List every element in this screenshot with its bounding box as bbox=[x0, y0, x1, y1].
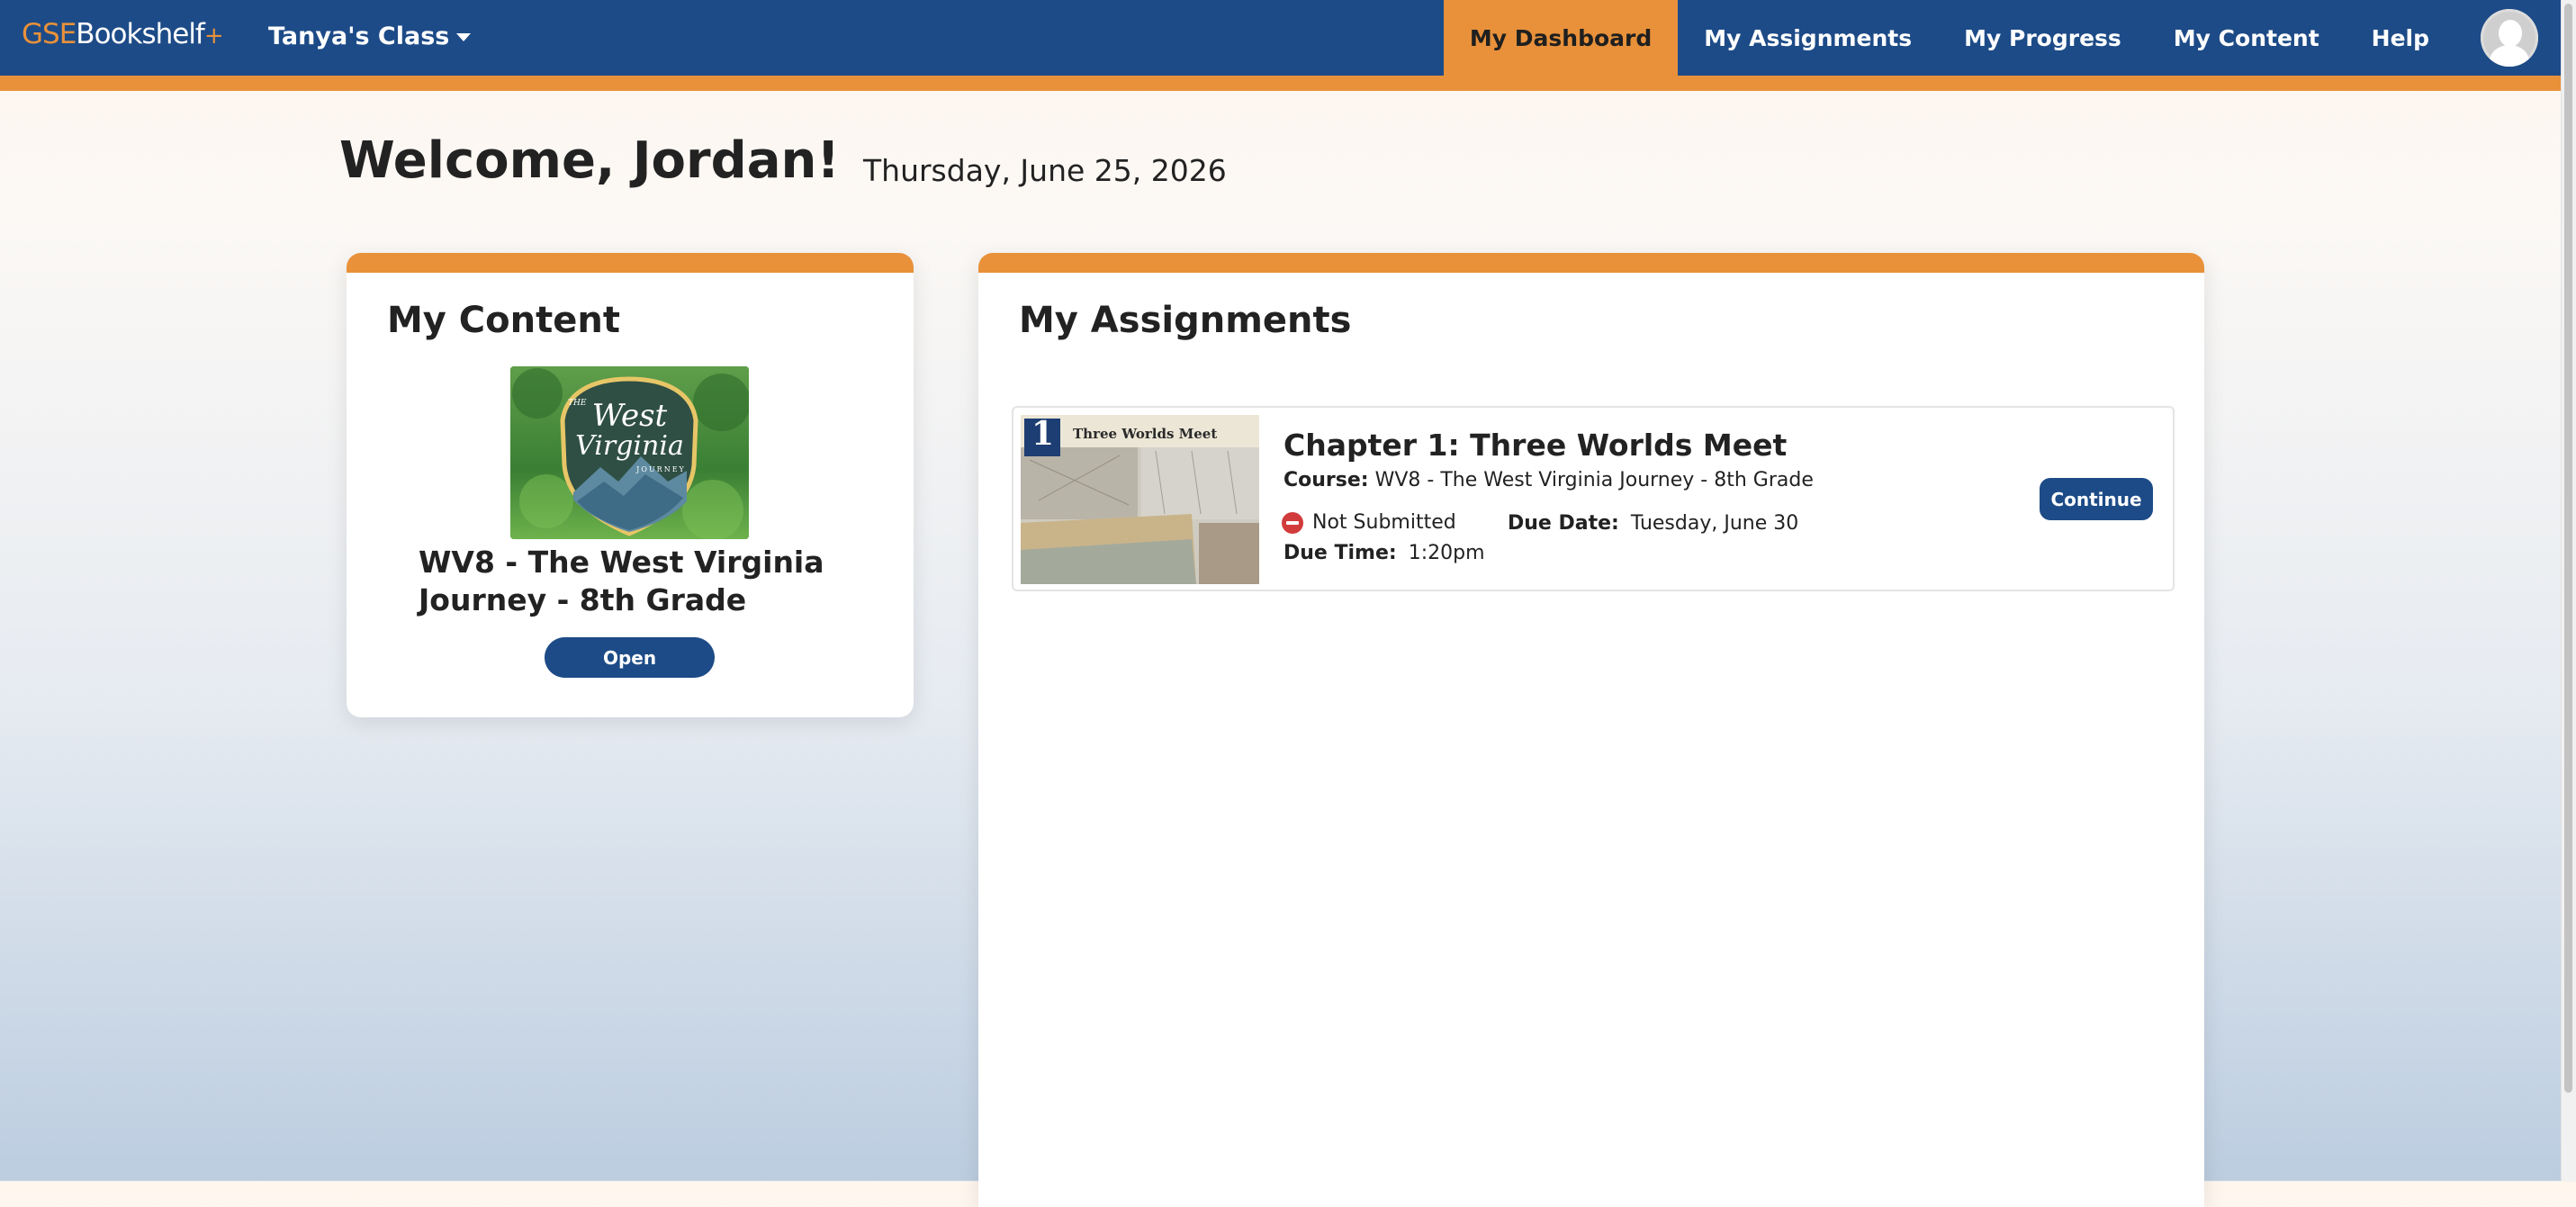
due-date-value: Tuesday, June 30 bbox=[1630, 512, 1799, 535]
assignment-row[interactable]: 1 Three Worlds Meet Chapter 1: Three Wor… bbox=[1012, 406, 2175, 591]
nav-help[interactable]: Help bbox=[2346, 0, 2455, 76]
cover-title-line2: Virginia bbox=[575, 430, 684, 462]
not-submitted-icon bbox=[1282, 511, 1303, 534]
continue-button[interactable]: Continue bbox=[2040, 478, 2153, 520]
thumbnail-chapter-number: 1 bbox=[1031, 415, 1055, 453]
cover-the: THE bbox=[568, 399, 587, 408]
current-date: Thursday, June 25, 2026 bbox=[863, 153, 1227, 188]
my-assignments-heading: My Assignments bbox=[1019, 300, 1352, 341]
gse-bookshelf-logo[interactable]: GSE Bookshelf + bbox=[22, 18, 224, 58]
caret-down-icon bbox=[456, 33, 472, 41]
course-label: Course: bbox=[1283, 469, 1369, 491]
my-content-heading: My Content bbox=[387, 300, 620, 341]
user-menu[interactable] bbox=[2455, 0, 2562, 76]
scrollbar-thumb[interactable] bbox=[2564, 4, 2572, 1093]
header-accent-strip bbox=[0, 76, 2562, 91]
cover-title-line1: West bbox=[591, 398, 668, 434]
class-selector-dropdown[interactable]: Tanya's Class bbox=[268, 23, 472, 50]
book-cover-image[interactable]: THE West Virginia JOURNEY bbox=[510, 366, 749, 539]
logo-gse: GSE bbox=[22, 18, 77, 50]
class-selector-label: Tanya's Class bbox=[268, 23, 450, 50]
due-date-label: Due Date: bbox=[1508, 512, 1619, 535]
assignment-title[interactable]: Chapter 1: Three Worlds Meet bbox=[1283, 428, 1787, 463]
status-text: Not Submitted bbox=[1312, 511, 1456, 534]
assignment-course: Course: WV8 - The West Virginia Journey … bbox=[1283, 469, 1814, 491]
course-value: WV8 - The West Virginia Journey - 8th Gr… bbox=[1374, 469, 1814, 491]
my-content-card: My Content THE West Virginia JOURNEY WV8… bbox=[347, 253, 914, 717]
assignment-due-date: Due Date: Tuesday, June 30 bbox=[1508, 512, 1798, 535]
assignment-status: Not Submitted bbox=[1282, 511, 1456, 534]
my-assignments-card: My Assignments 1 Three Worlds Meet Chapt… bbox=[978, 253, 2204, 1207]
card-accent-bar bbox=[978, 253, 2204, 273]
due-time-value: 1:20pm bbox=[1408, 542, 1485, 564]
book-title: WV8 - The West Virginia Journey - 8th Gr… bbox=[419, 545, 824, 617]
logo-plus: + bbox=[203, 23, 224, 50]
due-time-label: Due Time: bbox=[1283, 542, 1397, 564]
user-avatar-icon[interactable] bbox=[2481, 9, 2538, 67]
chapter-thumbnail-image: 1 Three Worlds Meet bbox=[1021, 415, 1259, 584]
top-navbar: GSE Bookshelf + Tanya's Class My Dashboa… bbox=[0, 0, 2562, 76]
open-button[interactable]: Open bbox=[545, 637, 715, 678]
thumbnail-caption: Three Worlds Meet bbox=[1073, 426, 1218, 442]
nav-my-assignments[interactable]: My Assignments bbox=[1678, 0, 1938, 76]
nav-my-progress[interactable]: My Progress bbox=[1938, 0, 2148, 76]
logo-bookshelf: Bookshelf bbox=[76, 18, 205, 50]
nav-my-content[interactable]: My Content bbox=[2148, 0, 2346, 76]
nav-my-dashboard[interactable]: My Dashboard bbox=[1443, 0, 1679, 76]
page-scrollbar[interactable] bbox=[2561, 0, 2576, 1181]
cover-subtitle: JOURNEY bbox=[636, 465, 686, 473]
welcome-heading: Welcome, Jordan! bbox=[339, 131, 840, 190]
main-nav: My Dashboard My Assignments My Progress … bbox=[1443, 0, 2562, 76]
card-accent-bar bbox=[347, 253, 914, 273]
assignment-due-time: Due Time: 1:20pm bbox=[1283, 542, 1485, 564]
